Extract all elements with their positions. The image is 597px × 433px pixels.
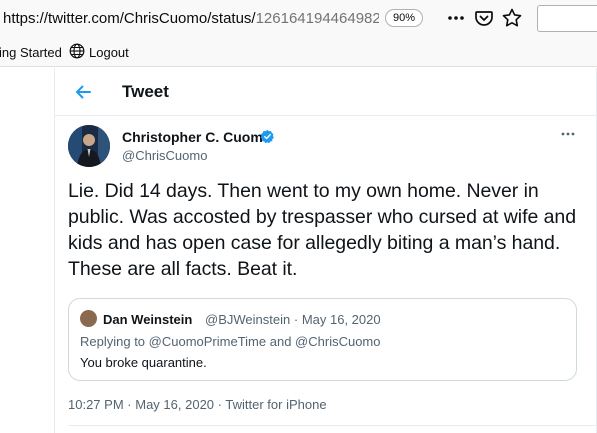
browser-toolbar: https://twitter.com/ChrisCuomo/status/12…: [0, 0, 597, 37]
reply-mention-2[interactable]: @ChrisCuomo: [295, 334, 380, 349]
bookmark-star-icon[interactable]: [501, 7, 523, 29]
author-name[interactable]: Christopher C. Cuomo: [122, 129, 271, 145]
meta-separator-2: ·: [217, 397, 222, 412]
bookmark-getting-started[interactable]: ing Started: [0, 45, 62, 60]
quoted-tweet-card[interactable]: Dan Weinstein @BJWeinstein · May 16, 202…: [68, 298, 577, 381]
zoom-level-badge[interactable]: 90%: [385, 9, 423, 27]
tweet-more-icon[interactable]: [559, 127, 577, 141]
search-field[interactable]: [537, 5, 597, 32]
tweet-text: Lie. Did 14 days. Then went to my own ho…: [68, 180, 577, 280]
back-arrow-icon[interactable]: [72, 81, 94, 103]
tweet-meta: 10:27 PM · May 16, 2020 · Twitter for iP…: [68, 397, 327, 412]
author-avatar[interactable]: [68, 125, 110, 167]
meta-separator-1: ·: [127, 397, 132, 412]
column-border-left: [54, 68, 55, 433]
pocket-icon[interactable]: [473, 7, 495, 29]
quote-author-meta: @BJWeinstein · May 16, 2020: [205, 312, 381, 327]
verified-badge-icon: [260, 129, 275, 144]
meta-divider: [68, 425, 596, 426]
tweet-page: Tweet Christopher C. Cuomo @ChrisCuomo L…: [0, 68, 597, 433]
quote-text: You broke quarantine.: [80, 355, 207, 370]
quote-date: May 16, 2020: [301, 312, 381, 327]
tweet-date[interactable]: May 16, 2020: [135, 397, 214, 412]
quote-author-handle: @BJWeinstein: [205, 312, 291, 327]
reply-and: and: [266, 334, 296, 349]
quote-author-avatar: [80, 310, 97, 327]
reply-mention-1[interactable]: @CuomoPrimeTime: [149, 334, 266, 349]
quote-separator: ·: [293, 312, 299, 327]
author-handle[interactable]: @ChrisCuomo: [122, 148, 207, 163]
quote-replying-to: Replying to @CuomoPrimeTime and @ChrisCu…: [80, 334, 381, 349]
replying-prefix: Replying to: [80, 334, 149, 349]
url-main: https://twitter.com/ChrisCuomo/status/: [3, 10, 256, 27]
more-icon[interactable]: [445, 7, 467, 29]
url-tail: 126164194464982: [255, 10, 379, 27]
bookmarks-toolbar: ing Started Logout: [0, 37, 597, 67]
bookmark-logout[interactable]: Logout: [89, 45, 129, 60]
tweet-source[interactable]: Twitter for iPhone: [225, 397, 326, 412]
quote-author-name: Dan Weinstein: [103, 312, 193, 327]
address-bar[interactable]: https://twitter.com/ChrisCuomo/status/12…: [3, 10, 379, 27]
globe-icon: [69, 43, 85, 59]
header-divider: [55, 115, 596, 116]
page-title: Tweet: [122, 82, 169, 101]
tweet-time[interactable]: 10:27 PM: [68, 397, 124, 412]
